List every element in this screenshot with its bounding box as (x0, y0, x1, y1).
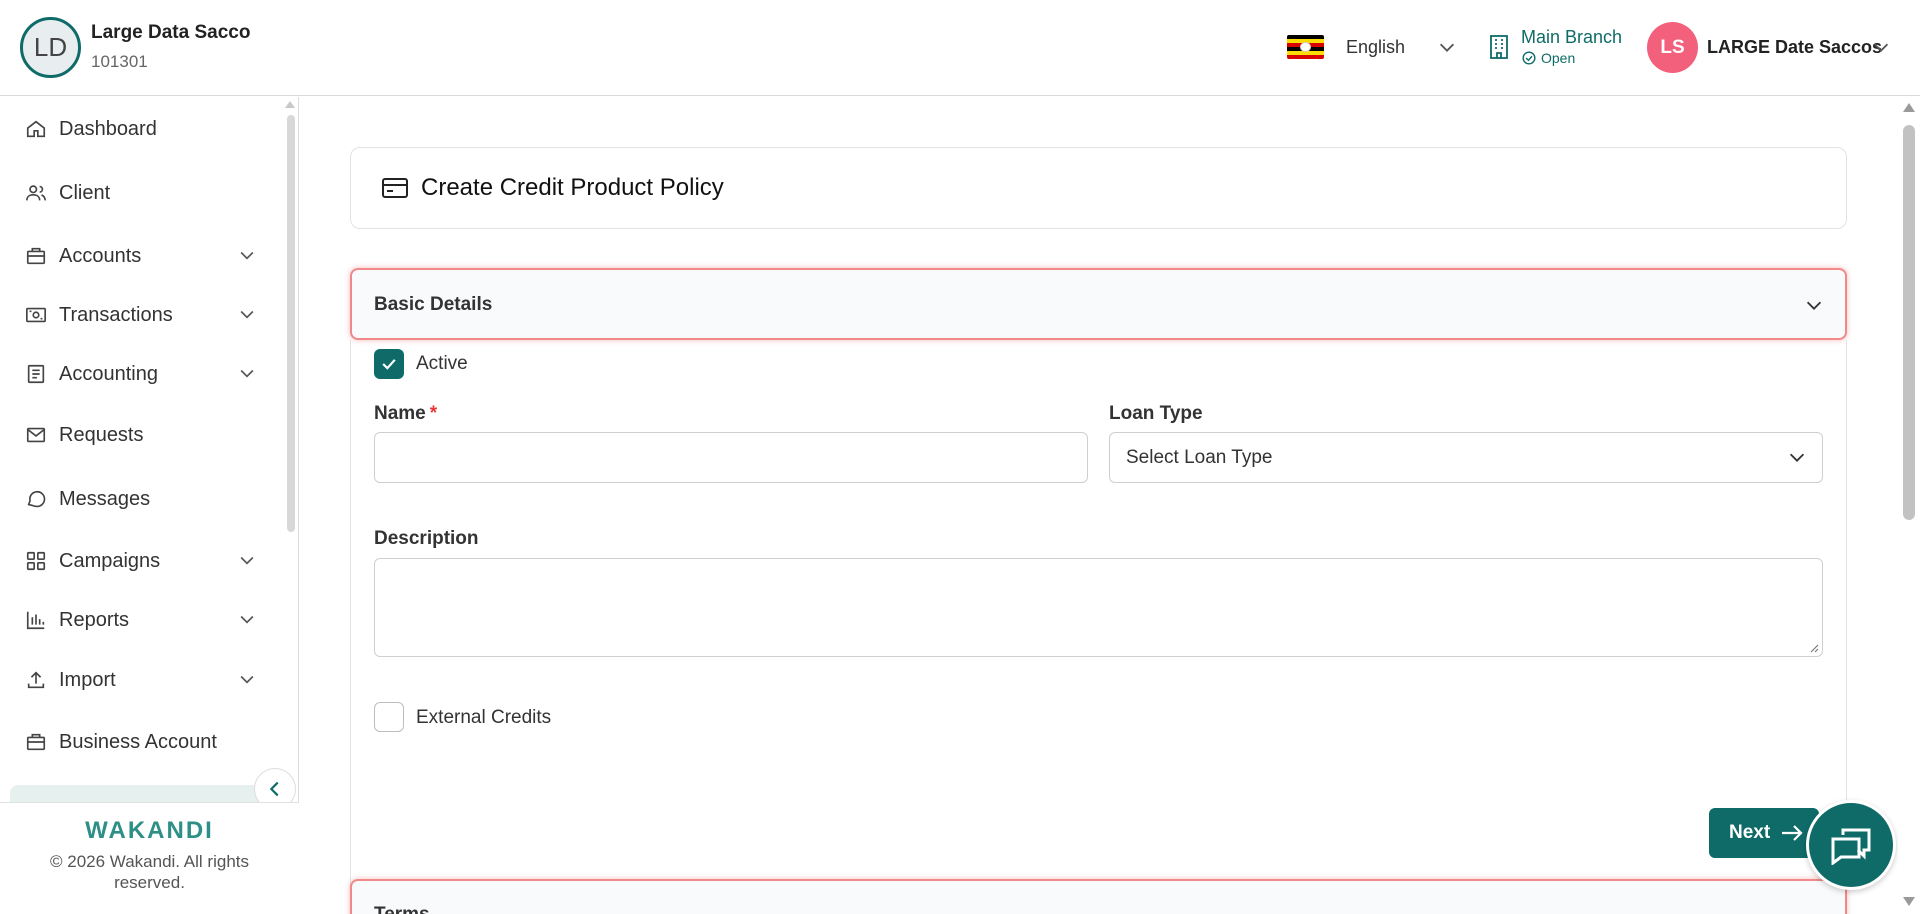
org-avatar[interactable]: LD (20, 17, 81, 78)
external-credits-checkbox[interactable] (374, 702, 404, 732)
sidebar-item-label: Messages (59, 487, 151, 510)
grid-icon (26, 551, 46, 571)
briefcase-icon (26, 733, 46, 751)
user-name[interactable]: LARGE Date Saccos (1707, 37, 1882, 58)
branch-name[interactable]: Main Branch (1521, 27, 1622, 48)
sidebar-item-messages[interactable]: Messages (25, 484, 265, 514)
sidebar-item-label: Accounting (59, 362, 158, 385)
bar-chart-icon (26, 611, 45, 630)
sidebar-item-requests[interactable]: Requests (25, 420, 265, 450)
chevron-down-icon[interactable] (237, 669, 257, 689)
sidebar-footer: WAKANDI © 2026 Wakandi. All rights reser… (0, 802, 299, 914)
name-input[interactable] (374, 432, 1088, 483)
page-title-card: Create Credit Product Policy (350, 147, 1847, 229)
chevron-down-icon[interactable] (1803, 294, 1825, 316)
sidebar-scrollbar[interactable] (287, 115, 295, 532)
description-textarea[interactable] (374, 558, 1823, 657)
branch-status: Open (1522, 50, 1575, 66)
upload-icon (27, 671, 45, 689)
loan-type-select[interactable]: Select Loan Type (1109, 432, 1823, 483)
language-selector[interactable]: English (1346, 37, 1405, 58)
org-name: Large Data Sacco (91, 22, 251, 43)
ledger-icon (27, 364, 45, 384)
wakandi-logo: WAKANDI (85, 817, 214, 844)
sidebar-item-dashboard[interactable]: Dashboard (25, 114, 265, 144)
building-icon (1490, 35, 1508, 59)
sidebar-item-business-account[interactable]: Business Account (25, 727, 265, 757)
chat-support-button[interactable] (1806, 800, 1896, 890)
chevron-down-icon[interactable] (237, 245, 257, 265)
arrow-right-icon (1782, 825, 1803, 841)
sidebar-item-label: Transactions (59, 303, 173, 326)
loan-type-placeholder: Select Loan Type (1126, 447, 1273, 468)
cash-icon (26, 307, 46, 323)
scroll-down-arrow[interactable] (1903, 897, 1915, 906)
next-button-label: Next (1729, 822, 1771, 843)
chat-icon (27, 490, 46, 508)
checkmark-icon (382, 359, 396, 370)
uganda-flag-icon[interactable] (1287, 35, 1324, 59)
chevron-down-icon[interactable] (1786, 446, 1808, 468)
name-label: Name * (374, 403, 437, 425)
section-basic-details-header[interactable]: Basic Details (350, 268, 1847, 340)
home-icon (26, 120, 46, 138)
sidebar-item-label: Reports (59, 608, 130, 631)
sidebar: Dashboard Client Accounts Transactions A… (0, 97, 299, 914)
sidebar-item-label: Dashboard (59, 117, 157, 140)
section-title: Terms (374, 904, 430, 914)
chevron-down-icon[interactable] (237, 609, 257, 629)
branch-status-label: Open (1541, 50, 1576, 66)
page-title: Create Credit Product Policy (421, 174, 724, 201)
credit-card-icon (382, 178, 408, 198)
sidebar-item-campaigns[interactable]: Campaigns (25, 546, 265, 576)
page-scrollbar[interactable] (1898, 97, 1920, 914)
sidebar-item-label: Campaigns (59, 549, 161, 572)
chevron-left-icon (269, 781, 279, 797)
sidebar-item-import[interactable]: Import (25, 665, 265, 695)
active-checkbox[interactable] (374, 349, 404, 379)
sidebar-item-label: Accounts (59, 244, 142, 267)
sidebar-item-label: Requests (59, 423, 144, 446)
mail-icon (26, 427, 46, 443)
check-circle-icon (1522, 51, 1536, 65)
active-label: Active (416, 353, 468, 374)
sidebar-item-label: Import (59, 668, 116, 691)
chevron-down-icon[interactable] (1870, 36, 1892, 58)
sidebar-scroll-up[interactable] (285, 101, 295, 108)
section-terms-header[interactable]: Terms (350, 879, 1847, 914)
loan-type-label: Loan Type (1109, 403, 1203, 424)
org-code: 101301 (91, 52, 148, 71)
external-credits-label: External Credits (416, 707, 552, 728)
sidebar-item-label: Client (59, 181, 111, 204)
section-title: Basic Details (374, 294, 493, 315)
sidebar-item-accounting[interactable]: Accounting (25, 359, 265, 389)
basic-details-form: Active Name * Loan Type Select Loan Type … (350, 340, 1847, 900)
sidebar-item-label: Business Account (59, 730, 217, 753)
scroll-thumb[interactable] (1903, 125, 1915, 520)
sidebar-item-reports[interactable]: Reports (25, 605, 265, 635)
copyright-text: © 2026 Wakandi. All rights reserved. (50, 852, 249, 892)
required-marker: * (429, 403, 438, 424)
chevron-down-icon[interactable] (1436, 36, 1458, 58)
users-icon (26, 185, 46, 201)
chat-bubbles-icon (1831, 828, 1871, 865)
sidebar-item-transactions[interactable]: Transactions (25, 300, 265, 330)
sidebar-item-accounts[interactable]: Accounts (25, 241, 265, 271)
resize-handle-icon[interactable] (1809, 643, 1819, 653)
main-content: Create Credit Product Policy Basic Detai… (300, 97, 1898, 914)
top-header: LD Large Data Sacco 101301 English Main … (0, 0, 1920, 96)
next-button[interactable]: Next (1709, 808, 1819, 858)
chevron-down-icon[interactable] (237, 363, 257, 383)
briefcase-icon (26, 247, 46, 265)
name-label-text: Name (374, 403, 426, 424)
sidebar-item-client[interactable]: Client (25, 178, 265, 208)
scroll-up-arrow[interactable] (1903, 103, 1915, 112)
chevron-down-icon[interactable] (237, 550, 257, 570)
chevron-down-icon[interactable] (237, 304, 257, 324)
description-label: Description (374, 528, 479, 549)
user-avatar[interactable]: LS (1647, 22, 1698, 73)
